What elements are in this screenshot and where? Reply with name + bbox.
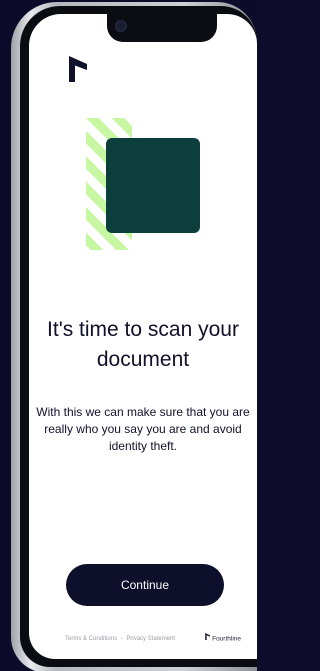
page-title: It's time to scan your document [47, 318, 239, 371]
document-scan-illustration [86, 118, 206, 255]
fourthline-small-logo-icon [205, 633, 211, 645]
continue-button[interactable]: Continue [66, 564, 224, 606]
phone-screen: It's time to scan your document With thi… [29, 14, 257, 659]
page-description: With this we can make sure that you are … [36, 405, 250, 453]
front-camera-icon [115, 20, 127, 32]
privacy-link[interactable]: Privacy Statement [126, 636, 175, 642]
fourthline-logo-icon [69, 56, 87, 87]
phone-mockup-stage: It's time to scan your document With thi… [0, 0, 257, 671]
terms-link[interactable]: Terms & Conditions [65, 636, 117, 642]
footer: Terms & Conditions - Privacy Statement F… [65, 633, 241, 645]
footer-separator: - [120, 636, 123, 642]
phone-notch [107, 14, 217, 42]
brand-name: Fourthline [212, 635, 241, 643]
brand-signature: Fourthline [205, 633, 241, 646]
